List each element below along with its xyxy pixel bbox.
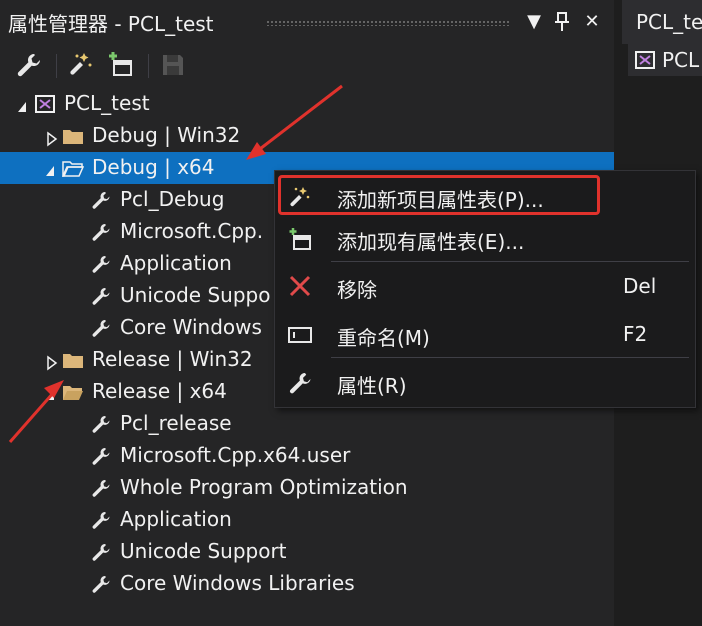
pin-icon[interactable] xyxy=(550,10,574,34)
tree-sheet-row[interactable]: Microsoft.Cpp.x64.user xyxy=(0,440,614,472)
menu-item-shortcut: F2 xyxy=(623,322,648,346)
property-sheet-label: Unicode Suppo xyxy=(120,283,271,307)
tree-sheet-row[interactable]: Pcl_release xyxy=(0,408,614,440)
dropdown-icon[interactable]: ▼ xyxy=(522,10,546,34)
wrench-icon xyxy=(90,446,112,466)
menu-item-label: 重命名(M) xyxy=(337,326,430,350)
annotation-arrow xyxy=(246,84,343,160)
tree-sheet-row[interactable]: Whole Program Optimization xyxy=(0,472,614,504)
menu-separator xyxy=(331,357,689,358)
editor-tab[interactable]: PCL_te xyxy=(622,0,702,44)
toolbar-separator xyxy=(56,54,57,78)
wrench-icon xyxy=(90,318,112,338)
property-sheet-label: Application xyxy=(120,251,232,275)
menu-item-shortcut: Del xyxy=(623,274,657,298)
panel-title: 属性管理器 - PCL_test xyxy=(8,12,214,36)
annotation-arrow xyxy=(8,380,64,443)
wrench-icon xyxy=(90,510,112,530)
wrench-icon xyxy=(90,254,112,274)
menu-item-rename[interactable]: 重命名(M) F2 xyxy=(275,313,695,357)
wrench-icon[interactable] xyxy=(14,50,44,80)
folder-icon xyxy=(62,350,84,370)
wrench-icon xyxy=(90,574,112,594)
collapse-arrow-icon[interactable] xyxy=(16,96,28,112)
folder-icon xyxy=(62,126,84,146)
open-folder-icon xyxy=(61,158,85,178)
project-icon xyxy=(634,50,656,70)
menu-item-properties[interactable]: 属性(R) xyxy=(275,361,695,405)
close-icon[interactable]: ✕ xyxy=(580,10,604,34)
menu-item-remove[interactable]: 移除 Del xyxy=(275,265,695,309)
wrench-icon xyxy=(90,222,112,242)
property-sheet-label: Microsoft.Cpp.x64.user xyxy=(120,443,351,467)
tree-sheet-row[interactable]: Application xyxy=(0,504,614,536)
wrench-icon xyxy=(90,286,112,306)
editor-subtab[interactable]: PCL xyxy=(628,44,702,76)
wand-icon[interactable] xyxy=(66,50,96,80)
collapse-arrow-icon[interactable] xyxy=(44,160,56,176)
editor-subtab-label: PCL xyxy=(662,48,700,72)
save-icon[interactable] xyxy=(158,50,188,80)
config-label: Debug | Win32 xyxy=(92,123,241,147)
property-sheet-label: Application xyxy=(120,507,232,531)
tree-sheet-row[interactable]: Unicode Support xyxy=(0,536,614,568)
add-existing-icon xyxy=(287,227,313,251)
wrench-icon xyxy=(90,478,112,498)
config-label: Release | x64 xyxy=(92,379,227,403)
rename-icon xyxy=(287,323,313,347)
property-sheet-label: Core Windows xyxy=(120,315,262,339)
property-sheet-label: Whole Program Optimization xyxy=(120,475,408,499)
titlebar-grip[interactable] xyxy=(266,20,510,26)
project-icon xyxy=(34,94,56,114)
tree-sheet-row[interactable]: Core Windows Libraries xyxy=(0,568,614,600)
menu-separator xyxy=(331,261,689,262)
toolbar-separator xyxy=(148,54,149,78)
annotation-highlight-box xyxy=(278,175,600,215)
menu-item-label: 移除 xyxy=(337,278,377,302)
expand-arrow-icon[interactable] xyxy=(46,352,58,371)
menu-item-label: 添加现有属性表(E)... xyxy=(337,230,525,254)
config-label: Debug | x64 xyxy=(92,155,215,179)
wrench-icon xyxy=(90,414,112,434)
property-sheet-label: Pcl_release xyxy=(120,411,232,435)
property-sheet-label: Microsoft.Cpp. xyxy=(120,219,264,243)
property-sheet-label: Pcl_Debug xyxy=(120,187,225,211)
wrench-icon xyxy=(90,542,112,562)
wrench-icon xyxy=(90,190,112,210)
project-name: PCL_test xyxy=(64,91,150,115)
menu-item-label: 属性(R) xyxy=(337,374,407,398)
wrench-icon xyxy=(287,371,313,395)
property-sheet-label: Unicode Support xyxy=(120,539,287,563)
expand-arrow-icon[interactable] xyxy=(46,128,58,147)
remove-icon xyxy=(287,275,313,299)
menu-item-add-existing-sheet[interactable]: 添加现有属性表(E)... xyxy=(275,217,695,261)
editor-tab-label: PCL_te xyxy=(636,10,702,34)
add-existing-icon[interactable] xyxy=(106,50,136,80)
config-label: Release | Win32 xyxy=(92,347,253,371)
panel-titlebar: 属性管理器 - PCL_test ▼ ✕ xyxy=(0,0,614,44)
property-sheet-label: Core Windows Libraries xyxy=(120,571,355,595)
